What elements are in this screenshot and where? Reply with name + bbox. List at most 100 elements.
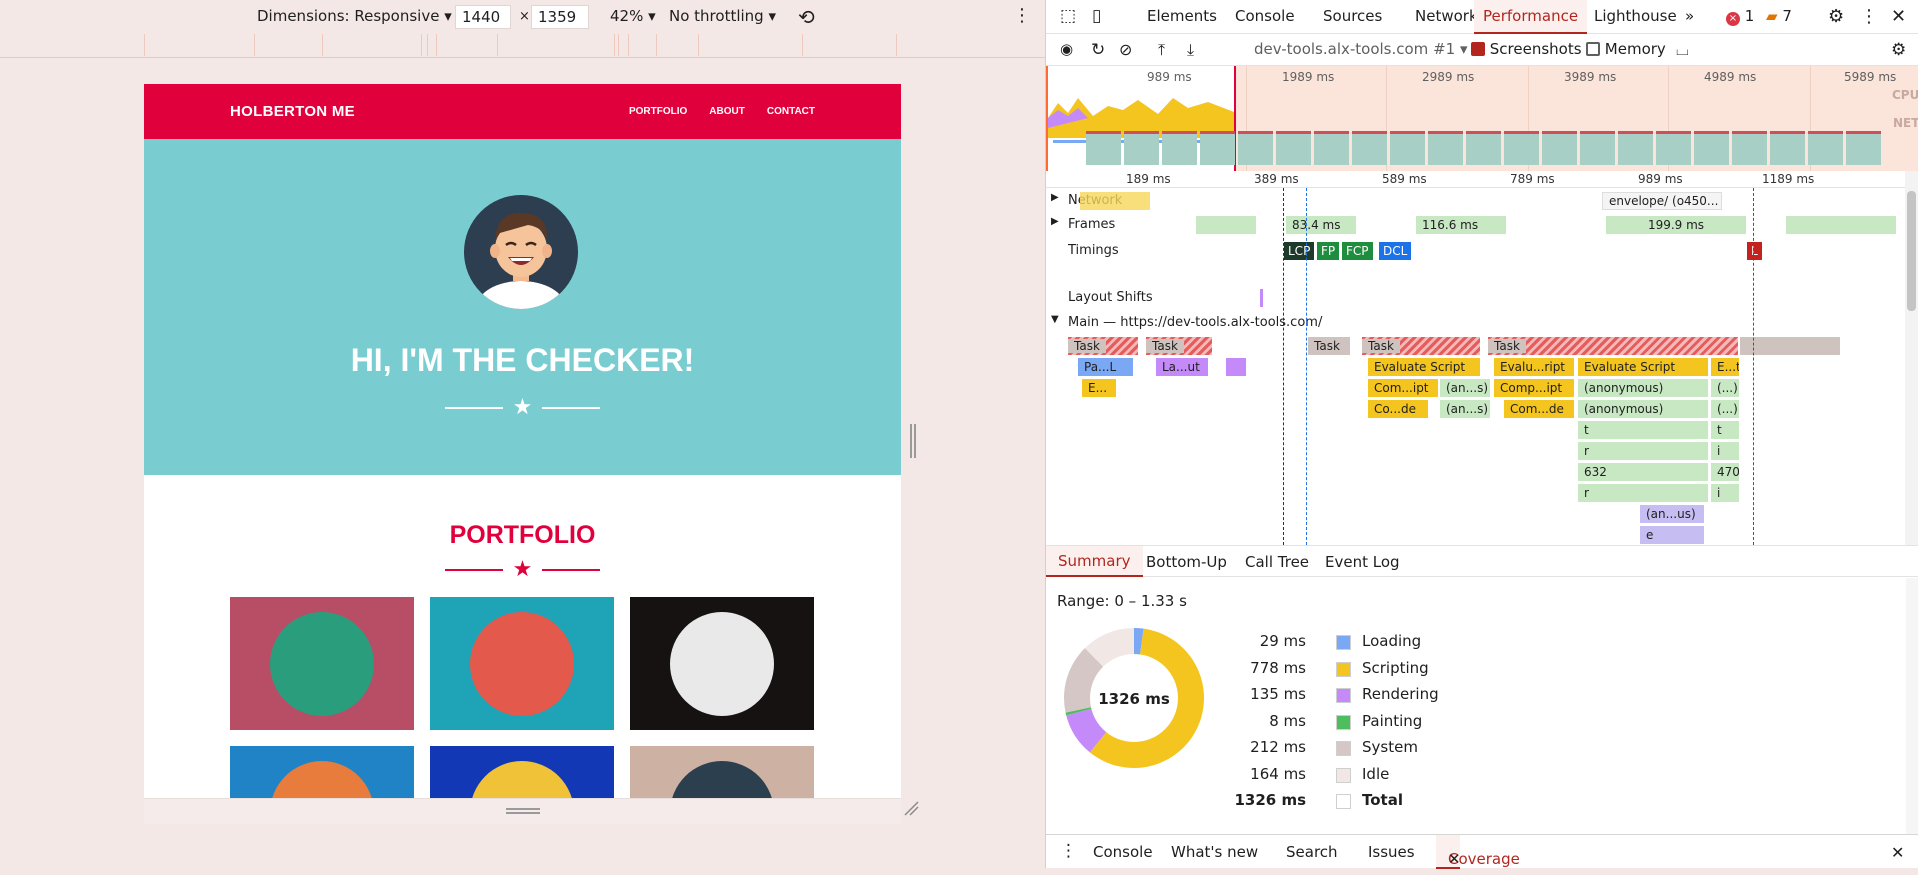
clear-icon[interactable]: ⊘ — [1119, 40, 1132, 59]
flame-entry[interactable]: 470 — [1711, 463, 1739, 481]
flame-entry[interactable]: E... — [1082, 379, 1116, 397]
flame-entry[interactable]: Com...ipt — [1368, 379, 1438, 397]
flame-task[interactable]: Task — [1068, 337, 1138, 355]
dcl-marker[interactable]: DCL — [1379, 242, 1412, 260]
drawer-tab-issues[interactable]: Issues — [1368, 843, 1415, 861]
flame-entry[interactable]: Pa...L — [1078, 358, 1133, 376]
dimensions-select[interactable]: Dimensions: Responsive ▾ — [257, 7, 452, 25]
flame-entry[interactable]: Co...de — [1368, 400, 1428, 418]
capture-settings-icon[interactable]: ⚙ — [1891, 40, 1906, 60]
more-options-icon[interactable]: ⋮ — [1860, 0, 1878, 34]
nav-link-portfolio[interactable]: PORTFOLIO — [629, 106, 687, 117]
site-brand[interactable]: HOLBERTON ME — [230, 103, 355, 120]
screenshots-checkbox[interactable]: Screenshots — [1471, 40, 1582, 58]
tab-summary[interactable]: Summary — [1046, 546, 1143, 577]
height-input[interactable] — [531, 5, 589, 29]
flame-scrollbar[interactable] — [1905, 171, 1918, 545]
portfolio-item-circus[interactable] — [630, 597, 814, 730]
flame-entry[interactable]: e — [1640, 526, 1704, 544]
zoom-select[interactable]: 42% ▾ — [610, 7, 656, 25]
portfolio-item-cake[interactable] — [430, 597, 614, 730]
drawer-menu-icon[interactable]: ⋮ — [1060, 841, 1077, 861]
tab-call-tree[interactable]: Call Tree — [1245, 553, 1309, 571]
network-request[interactable]: envelope/ (o450... — [1602, 192, 1722, 210]
throttling-select[interactable]: No throttling ▾ — [669, 7, 776, 25]
drawer-tab-coverage[interactable]: Coverage ✕ — [1436, 835, 1520, 869]
more-tabs-icon[interactable]: » — [1685, 0, 1694, 34]
flame-entry[interactable]: i — [1711, 484, 1739, 502]
upload-icon[interactable]: ⤒ — [1158, 40, 1165, 60]
flame-entry[interactable]: Evaluate Script — [1578, 358, 1708, 376]
resize-handle-right[interactable] — [910, 424, 916, 458]
flame-entry[interactable]: Comp...ipt — [1494, 379, 1574, 397]
flame-entry[interactable]: Evalu...ript — [1494, 358, 1574, 376]
tab-event-log[interactable]: Event Log — [1325, 553, 1400, 571]
load-marker[interactable]: L — [1747, 242, 1762, 260]
portfolio-item-4[interactable] — [230, 746, 414, 798]
flame-entry[interactable]: (an...s) — [1440, 379, 1490, 397]
tab-network[interactable]: Network — [1415, 0, 1478, 34]
fp-marker[interactable]: FP — [1317, 242, 1340, 260]
device-toggle-icon[interactable]: ▯ — [1092, 0, 1101, 34]
inspect-icon[interactable]: ⬚ — [1060, 0, 1076, 34]
tab-bottom-up[interactable]: Bottom-Up — [1146, 553, 1227, 571]
warning-count[interactable]: ▰ 7 — [1766, 0, 1792, 34]
expand-chevron-icon[interactable]: ▶ — [1051, 216, 1059, 227]
tab-performance[interactable]: Performance — [1474, 0, 1588, 34]
flame-entry[interactable]: Evaluate Script — [1368, 358, 1480, 376]
expand-chevron-icon[interactable]: ▼ — [1051, 314, 1059, 325]
tab-lighthouse[interactable]: Lighthouse — [1594, 0, 1677, 34]
flame-entry[interactable]: (an...s) — [1440, 400, 1490, 418]
summary-scrollbar[interactable] — [1906, 578, 1918, 834]
drawer-tab-console[interactable]: Console — [1093, 843, 1153, 861]
flame-entry[interactable]: r — [1578, 442, 1708, 460]
flame-entry[interactable]: E...t — [1711, 358, 1739, 376]
portfolio-item-5[interactable] — [430, 746, 614, 798]
error-count[interactable]: × 1 — [1726, 0, 1754, 34]
record-icon[interactable]: ◉ — [1060, 40, 1073, 58]
flame-entry[interactable]: La...ut — [1156, 358, 1208, 376]
main-thread-track[interactable]: ▼ Main — https://dev-tools.alx-tools.com… — [1046, 314, 1906, 332]
tab-sources[interactable]: Sources — [1323, 0, 1382, 34]
resize-corner-icon[interactable] — [903, 800, 919, 816]
profile-select[interactable]: dev-tools.alx-tools.com #1 ▾ — [1254, 40, 1468, 58]
flame-entry[interactable]: (...) — [1711, 379, 1739, 397]
tab-elements[interactable]: Elements — [1147, 0, 1217, 34]
drawer-tab-search[interactable]: Search — [1286, 843, 1338, 861]
flame-entry[interactable]: Com...de — [1504, 400, 1574, 418]
drawer-tab-whats-new[interactable]: What's new — [1171, 843, 1258, 861]
frame-time[interactable]: 83.4 ms — [1286, 216, 1356, 234]
flame-chart[interactable]: ▶ Network envelope/ (o450... ▶ Frames 83… — [1046, 188, 1906, 545]
flame-entry[interactable]: t — [1711, 421, 1739, 439]
download-icon[interactable]: ⤓ — [1187, 40, 1194, 60]
settings-gear-icon[interactable]: ⚙ — [1828, 0, 1844, 34]
network-track[interactable]: ▶ Network envelope/ (o450... — [1046, 192, 1906, 210]
flame-task[interactable]: Task — [1488, 337, 1738, 355]
frame-time[interactable]: 199.9 ms — [1606, 216, 1746, 234]
memory-checkbox[interactable]: Memory — [1586, 40, 1666, 58]
more-options-icon[interactable]: ⋮ — [1013, 5, 1031, 26]
reload-record-icon[interactable]: ↻ — [1091, 40, 1105, 60]
close-devtools-icon[interactable]: ✕ — [1891, 0, 1906, 34]
expand-chevron-icon[interactable]: ▶ — [1051, 192, 1059, 203]
flame-entry[interactable]: (anonymous) — [1578, 400, 1708, 418]
flame-entry[interactable]: (an...us) — [1640, 505, 1704, 523]
garbage-collect-icon[interactable]: ⌴ — [1676, 40, 1689, 60]
timeline-overview[interactable]: 989 ms 1989 ms 2989 ms 3989 ms 4989 ms 5… — [1046, 66, 1918, 171]
fcp-marker[interactable]: FCP — [1342, 242, 1373, 260]
tab-console[interactable]: Console — [1235, 0, 1295, 34]
flame-entry[interactable]: i — [1711, 442, 1739, 460]
resize-handle-bottom[interactable] — [506, 808, 540, 814]
page-viewport[interactable]: HOLBERTON ME PORTFOLIO ABOUT CONTACT HI,… — [144, 84, 901, 798]
flame-entry[interactable]: 632 — [1578, 463, 1708, 481]
flame-task[interactable]: Task — [1362, 337, 1480, 355]
flame-task[interactable]: Task — [1308, 337, 1350, 355]
close-drawer-icon[interactable]: ✕ — [1891, 843, 1904, 862]
flame-entry[interactable]: (...) — [1711, 400, 1739, 418]
flame-entry[interactable]: r — [1578, 484, 1708, 502]
portfolio-item-cabin[interactable] — [230, 597, 414, 730]
lcp-marker[interactable]: LCP — [1284, 242, 1315, 260]
width-input[interactable] — [455, 5, 511, 29]
portfolio-item-6[interactable] — [630, 746, 814, 798]
nav-link-contact[interactable]: CONTACT — [767, 106, 815, 117]
